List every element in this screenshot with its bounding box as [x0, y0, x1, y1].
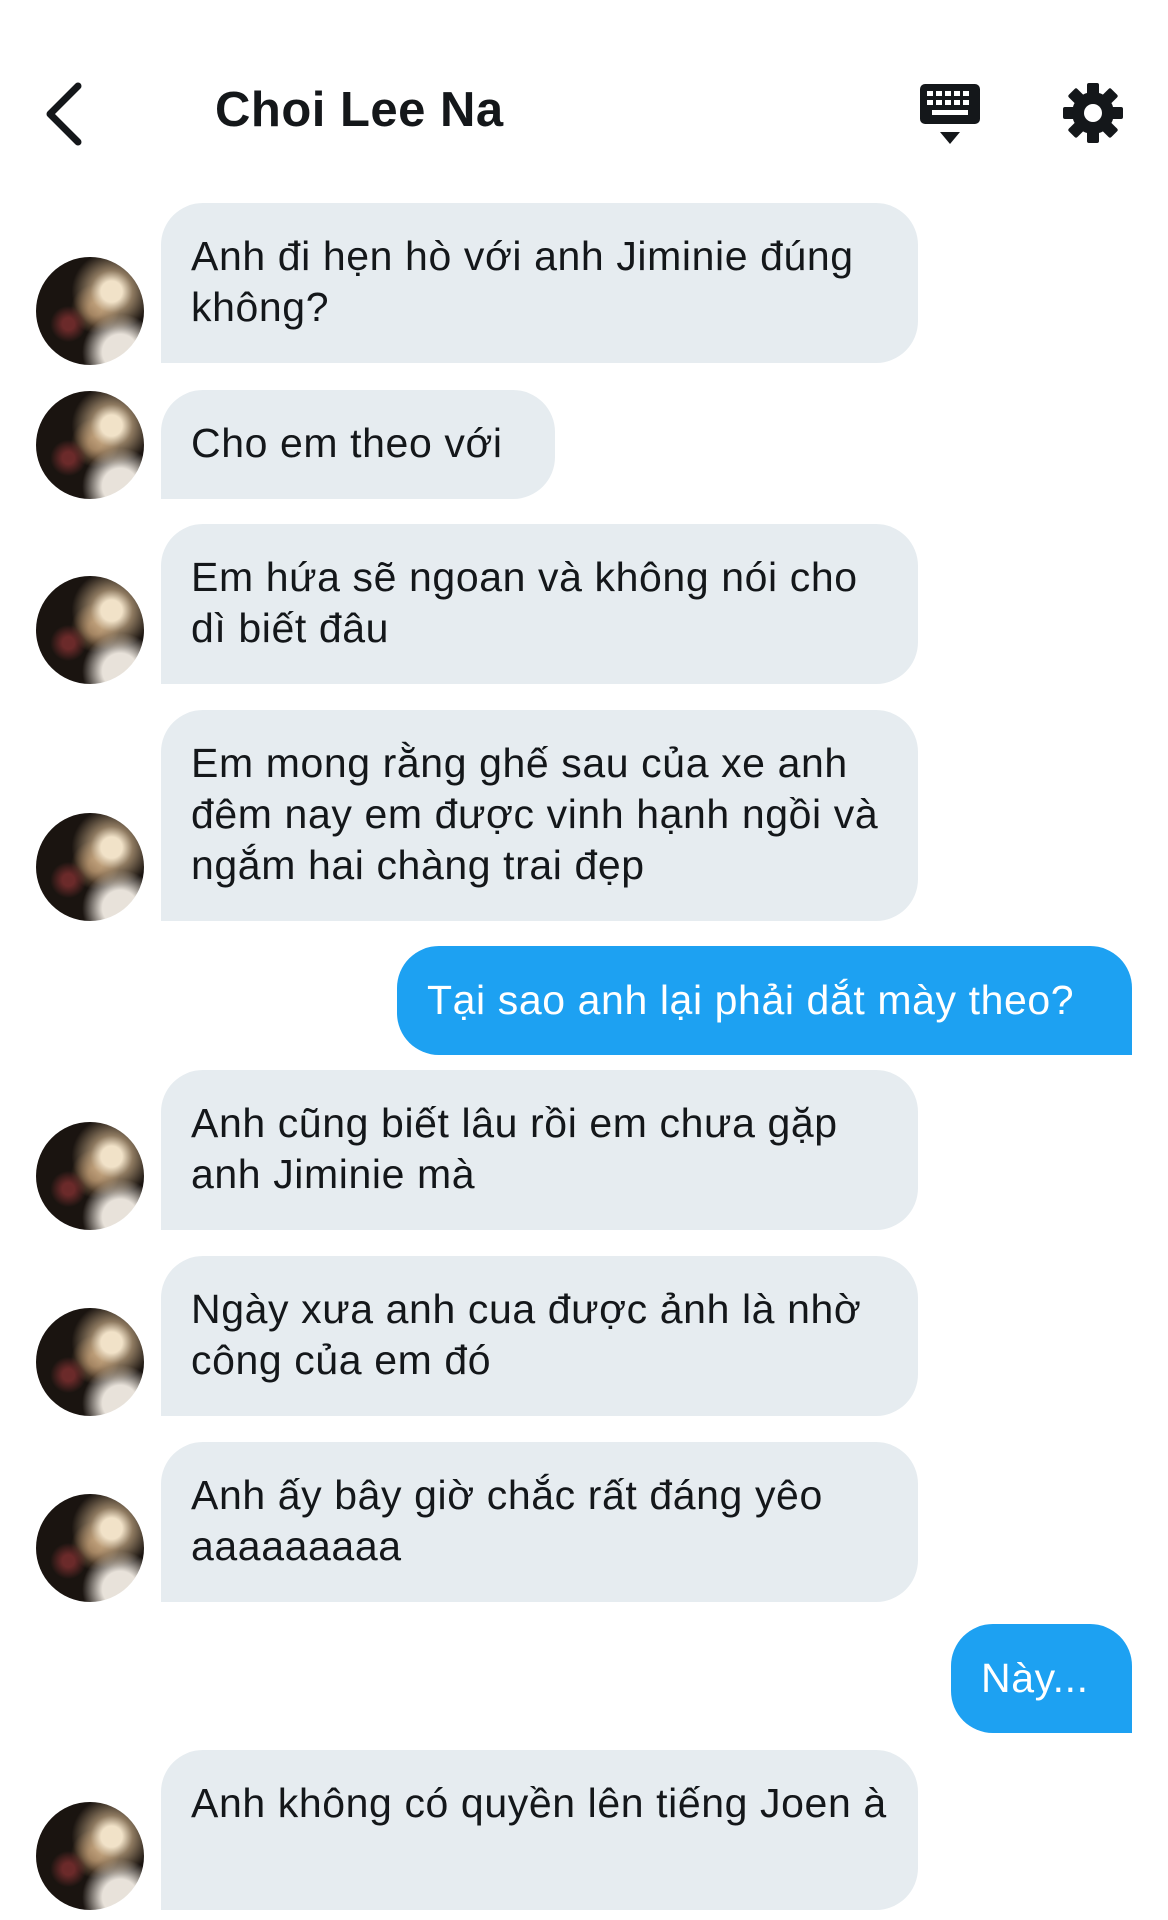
incoming-message[interactable]: Ngày xưa anh cua được ảnh là nhờ công củ… [161, 1256, 918, 1416]
outgoing-message[interactable]: Tại sao anh lại phải dắt mày theo? [397, 946, 1132, 1055]
avatar[interactable] [36, 1308, 144, 1416]
keyboard-icon [920, 84, 980, 144]
incoming-message[interactable]: Cho em theo với [161, 390, 555, 499]
incoming-message[interactable]: Anh không có quyền lên tiếng Joen à [161, 1750, 918, 1910]
keyboard-button[interactable] [918, 82, 982, 148]
gear-icon [1063, 83, 1123, 143]
avatar[interactable] [36, 257, 144, 365]
settings-button[interactable] [1060, 80, 1126, 146]
avatar[interactable] [36, 576, 144, 684]
avatar[interactable] [36, 391, 144, 499]
incoming-message[interactable]: Anh ấy bây giờ chắc rất đáng yêo aaaaaaa… [161, 1442, 918, 1602]
chevron-left-icon [46, 82, 82, 146]
incoming-message[interactable]: Em mong rằng ghế sau của xe anh đêm nay … [161, 710, 918, 921]
chat-header: Choi Lee Na [0, 0, 1168, 200]
incoming-message[interactable]: Anh đi hẹn hò với anh Jiminie đúng không… [161, 203, 918, 363]
back-button[interactable] [38, 78, 98, 150]
incoming-message[interactable]: Em hứa sẽ ngoan và không nói cho dì biết… [161, 524, 918, 684]
incoming-message[interactable]: Anh cũng biết lâu rồi em chưa gặp anh Ji… [161, 1070, 918, 1230]
avatar[interactable] [36, 1494, 144, 1602]
avatar[interactable] [36, 1802, 144, 1910]
avatar[interactable] [36, 813, 144, 921]
outgoing-message[interactable]: Này... [951, 1624, 1132, 1733]
conversation-title: Choi Lee Na [215, 83, 504, 137]
avatar[interactable] [36, 1122, 144, 1230]
